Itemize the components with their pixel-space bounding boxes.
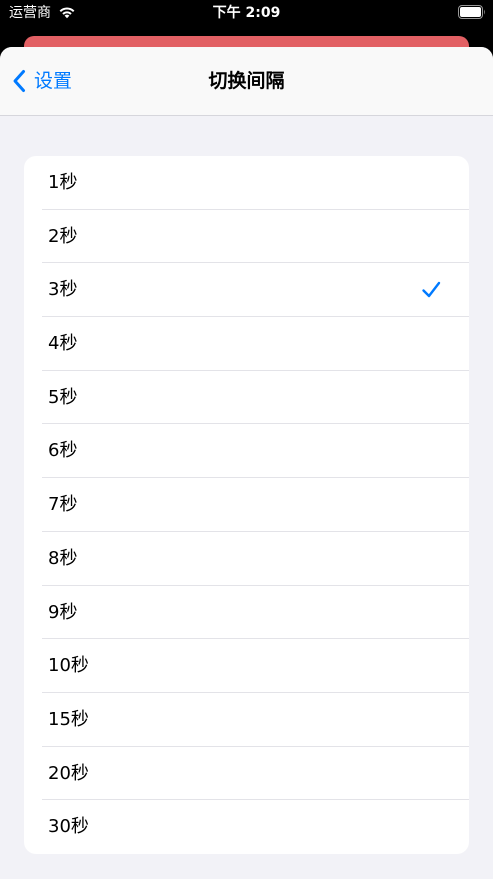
option-label: 9秒	[48, 601, 78, 623]
battery-icon	[458, 5, 485, 19]
option-label: 20秒	[48, 762, 89, 784]
option-label: 4秒	[48, 333, 78, 355]
page-title: 切换间隔	[208, 70, 285, 92]
interval-options-list: 1秒 2秒 3秒 4秒 5秒 6秒 7秒 8秒 9秒 10秒 15秒 20秒 3…	[24, 156, 469, 854]
option-label: 15秒	[48, 708, 89, 730]
option-10s[interactable]: 10秒	[24, 639, 469, 693]
option-label: 3秒	[48, 279, 78, 301]
option-15s[interactable]: 15秒	[24, 693, 469, 747]
option-label: 30秒	[48, 816, 89, 838]
option-label: 6秒	[48, 440, 78, 462]
option-3s[interactable]: 3秒	[24, 263, 469, 318]
option-1s[interactable]: 1秒	[24, 156, 469, 210]
option-8s[interactable]: 8秒	[24, 532, 469, 586]
navigation-bar: 设置 切换间隔	[0, 47, 493, 116]
option-label: 2秒	[48, 225, 78, 247]
checkmark-icon	[422, 282, 441, 298]
option-7s[interactable]: 7秒	[24, 478, 469, 532]
option-9s[interactable]: 9秒	[24, 586, 469, 640]
settings-sheet: 设置 切换间隔 1秒 2秒 3秒 4秒 5秒 6秒 7秒 8秒 9秒 10秒 1…	[0, 47, 493, 879]
option-label: 7秒	[48, 494, 78, 516]
option-label: 1秒	[48, 172, 78, 193]
option-4s[interactable]: 4秒	[24, 317, 469, 371]
option-20s[interactable]: 20秒	[24, 747, 469, 801]
option-5s[interactable]: 5秒	[24, 371, 469, 425]
option-2s[interactable]: 2秒	[24, 210, 469, 264]
option-30s[interactable]: 30秒	[24, 800, 469, 854]
option-label: 5秒	[48, 386, 78, 408]
status-time: 下午 2:09	[212, 5, 281, 21]
option-6s[interactable]: 6秒	[24, 424, 469, 479]
option-label: 8秒	[48, 547, 78, 569]
option-label: 10秒	[48, 655, 89, 677]
status-bar: 运营商 下午 2:09	[0, 0, 493, 28]
